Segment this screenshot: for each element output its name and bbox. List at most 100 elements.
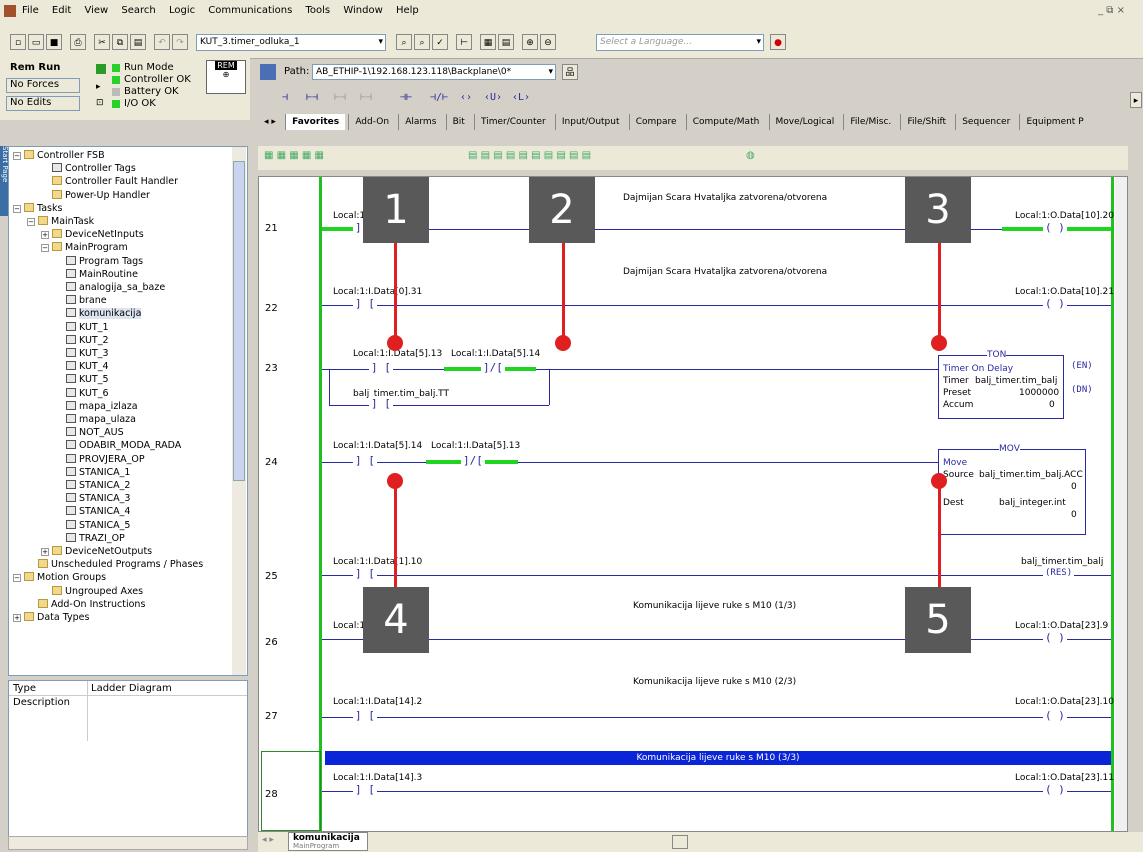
input-tag[interactable]: Local:1:I.Data[14].2: [333, 697, 422, 707]
menu-logic[interactable]: Logic: [169, 5, 195, 16]
xic-contact[interactable]: ] [: [353, 709, 377, 722]
tree-item[interactable]: PROVJERA_OP: [55, 453, 145, 467]
tree-item[interactable]: + Data Types: [13, 611, 89, 625]
tree-item[interactable]: mapa_izlaza: [55, 400, 138, 414]
routine-select[interactable]: KUT_3.timer_odluka_1 ▾: [196, 34, 386, 51]
ote-coil[interactable]: ( ): [1043, 783, 1067, 796]
tree-item[interactable]: Ungrouped Axes: [41, 585, 143, 599]
ote-coil[interactable]: ( ): [1043, 297, 1067, 310]
print-icon[interactable]: ⎙: [70, 34, 86, 50]
find-next-icon[interactable]: ⌕: [414, 34, 430, 50]
expander-icon[interactable]: +: [41, 231, 49, 240]
input-tag[interactable]: Local:1:I.Data[5].14: [451, 349, 540, 359]
tab-timer-counter[interactable]: Timer/Counter: [473, 114, 552, 130]
xic-contact[interactable]: ] [: [353, 297, 377, 310]
expander-icon[interactable]: −: [13, 152, 21, 160]
tree-item[interactable]: KUT_1: [55, 321, 109, 335]
ton-timer-value[interactable]: balj_timer.tim_balj: [975, 376, 1057, 386]
tree-scroll-thumb[interactable]: [233, 161, 245, 481]
tree-item[interactable]: KUT_4: [55, 360, 109, 374]
tree-item[interactable]: STANICA_4: [55, 505, 130, 519]
expander-icon[interactable]: −: [13, 204, 21, 213]
who-active-icon[interactable]: 品: [562, 64, 578, 80]
path-select[interactable]: AB_ETHIP-1\192.168.123.118\Backplane\0* …: [312, 64, 556, 80]
language-select[interactable]: Select a Language... ▾: [596, 34, 764, 51]
branch-level-icon[interactable]: ⊢⊣: [360, 92, 372, 103]
expander-icon[interactable]: −: [41, 244, 49, 253]
menu-edit[interactable]: Edit: [52, 5, 71, 16]
output-tag[interactable]: Local:1:O.Data[10].20: [1015, 211, 1114, 221]
expander-icon[interactable]: −: [13, 574, 21, 583]
ladder-tool-icon[interactable]: ▦ ▦ ▦ ▦ ▦: [264, 150, 324, 161]
tree-item[interactable]: komunikacija: [55, 307, 142, 321]
help-icon[interactable]: ●: [770, 34, 786, 50]
ladder-editor[interactable]: 21 Dajmijan Scara Hvataljka zatvorena/ot…: [258, 176, 1128, 832]
tree-scrollbar[interactable]: [232, 147, 246, 675]
find-icon[interactable]: ⌕: [396, 34, 412, 50]
menu-window[interactable]: Window: [343, 5, 382, 16]
xio-contact[interactable]: ]/[: [481, 361, 505, 374]
ladder-extra-icon[interactable]: ◍: [746, 150, 755, 161]
res-output[interactable]: (RES): [1043, 568, 1075, 578]
ote-coil[interactable]: ( ): [1043, 709, 1067, 722]
tree-item[interactable]: Controller Tags: [41, 162, 136, 176]
tree-item[interactable]: KUT_2: [55, 334, 109, 348]
output-tag[interactable]: Local:1:O.Data[23].10: [1015, 697, 1114, 707]
save-icon[interactable]: ■: [46, 34, 62, 50]
tab-input-output[interactable]: Input/Output: [554, 114, 626, 130]
tab-favorites[interactable]: Favorites: [285, 114, 346, 130]
menu-view[interactable]: View: [84, 5, 108, 16]
menu-search[interactable]: Search: [121, 5, 155, 16]
tab-add-on[interactable]: Add-On: [348, 114, 395, 130]
ote-icon[interactable]: ‹›: [460, 92, 472, 103]
tree-item[interactable]: STANICA_3: [55, 492, 130, 506]
tree-item[interactable]: KUT_3: [55, 347, 109, 361]
input-tag[interactable]: Local:1:I.Data[5].14: [333, 441, 422, 451]
cut-icon[interactable]: ✂: [94, 34, 110, 50]
horizontal-scrollbar[interactable]: [672, 835, 688, 849]
otu-icon[interactable]: ‹L›: [512, 92, 530, 103]
menu-help[interactable]: Help: [396, 5, 419, 16]
tree-item[interactable]: Power-Up Handler: [41, 189, 150, 203]
crossref-icon[interactable]: ⊢: [456, 34, 472, 50]
paste-icon[interactable]: ▤: [130, 34, 146, 50]
tab-file-misc[interactable]: File/Misc.: [843, 114, 897, 130]
tab-file-shift[interactable]: File/Shift: [900, 114, 952, 130]
tab-equipment[interactable]: Equipment P: [1019, 114, 1089, 130]
xic-contact[interactable]: ] [: [353, 454, 377, 467]
tree-item[interactable]: analogija_sa_baze: [55, 281, 165, 295]
input-tag[interactable]: Local:1:I.Data[14].3: [333, 773, 422, 783]
output-tag[interactable]: Local:1:O.Data[23].11: [1015, 773, 1114, 783]
otl-icon[interactable]: ‹U›: [484, 92, 502, 103]
forces-arrow-icon[interactable]: ▸: [96, 82, 101, 92]
rung-icon[interactable]: ⊣: [282, 92, 288, 103]
menu-tools[interactable]: Tools: [306, 5, 331, 16]
ote-coil[interactable]: ( ): [1043, 221, 1067, 234]
tree-item[interactable]: − Motion Groups: [13, 571, 106, 585]
expander-icon[interactable]: +: [41, 548, 49, 556]
ote-coil[interactable]: ( ): [1043, 631, 1067, 644]
new-icon[interactable]: ▫: [10, 34, 26, 50]
tab-bit[interactable]: Bit: [445, 114, 471, 130]
undo-icon[interactable]: ↶: [154, 34, 170, 50]
xic-contact[interactable]: ] [: [353, 783, 377, 796]
ton-instruction[interactable]: TON Timer On Delay Timer balj_timer.tim_…: [938, 350, 1064, 419]
tree-item[interactable]: NOT_AUS: [55, 426, 124, 440]
tree-item[interactable]: Controller Fault Handler: [41, 175, 178, 189]
expander-icon[interactable]: −: [27, 218, 35, 226]
tab-nav-icon[interactable]: ◂ ▸: [258, 114, 282, 130]
tree-item[interactable]: brane: [55, 294, 107, 308]
tree-item[interactable]: STANICA_1: [55, 466, 130, 480]
ladder-scrollbar[interactable]: [1115, 177, 1127, 831]
browse-icon[interactable]: ▦: [480, 34, 496, 50]
branch-icon[interactable]: ⊢⊣: [334, 92, 346, 103]
tree-item[interactable]: MainRoutine: [55, 268, 138, 282]
xio-icon[interactable]: ⊣/⊢: [430, 92, 448, 103]
tree-item[interactable]: + DeviceNetOutputs: [41, 545, 152, 559]
tree-item[interactable]: − MainProgram: [41, 241, 128, 255]
xic-contact[interactable]: ] [: [369, 361, 393, 374]
selected-rung-comment-bar[interactable]: Komunikacija lijeve ruke s M10 (3/3): [325, 751, 1111, 765]
tree-item[interactable]: TRAZI_OP: [55, 532, 125, 546]
zoom-out-icon[interactable]: ⊖: [540, 34, 556, 50]
properties-icon[interactable]: ▤: [498, 34, 514, 50]
